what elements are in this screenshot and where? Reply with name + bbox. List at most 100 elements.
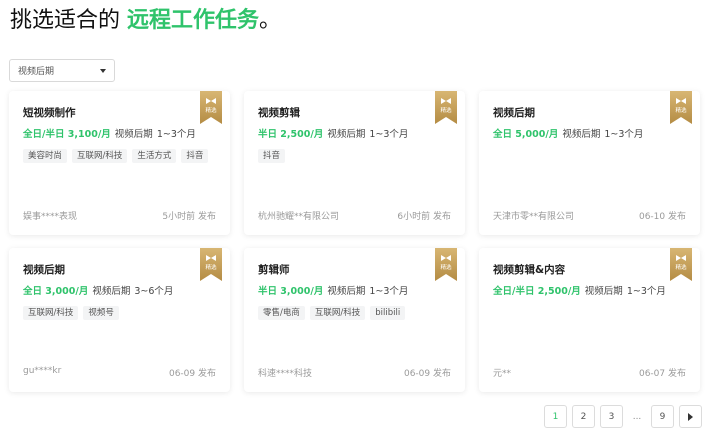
job-card-body: 精选 短视频制作 全日/半日 3,100/月 视频后期 1~3个月 美容时尚 互联网/科技生…: [23, 91, 222, 222]
pagination: 1 2 3 ... 9: [544, 405, 702, 428]
job-title: 视频剪辑&内容: [493, 264, 566, 276]
job-card[interactable]: 精选 短视频制作 全日/半日 3,100/月 视频后期 1~3个月 美容时尚 互联网/科技生…: [9, 91, 230, 235]
page-headline: 挑选适合的 远程工作任务。: [10, 6, 281, 36]
job-category: 视频后期: [327, 286, 366, 297]
job-card-body: 精选 剪辑师 半日 3,000/月 视频后期 1~3个月 零售/电商 互联网/科技 bilib…: [258, 248, 457, 379]
job-tags: 零售/电商 互联网/科技 bilibili: [258, 306, 451, 320]
job-tag: 互联网/科技: [72, 149, 128, 163]
page-button-3[interactable]: 3: [600, 405, 623, 428]
featured-ribbon-label: 精选: [205, 263, 217, 271]
job-duration: 3~6个月: [134, 286, 174, 297]
job-tag: 抖音: [258, 149, 286, 163]
job-duration: 1~3个月: [626, 286, 666, 297]
job-card-body: 精选 视频剪辑 半日 2,500/月 视频后期 1~3个月 抖音 杭州驰耀**有限公司 6小时…: [258, 91, 457, 222]
caret-down-icon: [100, 68, 106, 73]
featured-ribbon-label: 精选: [440, 263, 452, 271]
job-card-body: 精选 视频后期 全日 5,000/月 视频后期 1~3个月 天津市零**有限公司 06-10…: [493, 91, 692, 222]
headline-prefix: 挑选适合的: [10, 8, 127, 33]
job-salary: 全日 3,000/月: [23, 286, 89, 297]
job-footer: 科速****科技 06-09 发布: [258, 366, 451, 379]
job-title: 视频后期: [23, 264, 65, 276]
job-card-body: 精选 视频剪辑&内容全日/半日 2,500/月 视频后期 1~3个月元** 06-07 …: [493, 248, 692, 379]
job-posted-time: 06-09 发布: [403, 369, 451, 379]
job-salary: 全日 5,000/月: [493, 129, 559, 140]
job-company: gu****kr: [23, 366, 62, 376]
job-company: 元**: [493, 369, 512, 379]
job-company: 娱事****表现: [23, 212, 78, 222]
job-tags: 互联网/科技 视频号: [23, 306, 216, 320]
job-tags: 抖音: [258, 149, 451, 163]
job-meta: 全日/半日 3,100/月 视频后期 1~3个月: [23, 128, 216, 142]
category-filter-value: 视频后期: [18, 67, 55, 77]
featured-ribbon-icon: 精选: [670, 91, 692, 124]
featured-ribbon-label: 精选: [675, 263, 687, 271]
job-category: 视频后期: [562, 129, 601, 140]
job-meta: 半日 3,000/月 视频后期 1~3个月: [258, 285, 451, 299]
featured-ribbon-icon: 精选: [435, 91, 457, 124]
job-card[interactable]: 精选 视频剪辑 半日 2,500/月 视频后期 1~3个月 抖音 杭州驰耀**有限公司 6小时…: [244, 91, 465, 235]
job-footer: 杭州驰耀**有限公司 6小时前 发布: [258, 209, 451, 222]
headline-accent: 远程工作任务: [127, 8, 260, 33]
page-button-last[interactable]: 9: [651, 405, 674, 428]
headline-suffix: 。: [259, 8, 282, 33]
job-footer: 天津市零**有限公司 06-10 发布: [493, 209, 686, 222]
job-card[interactable]: 精选 视频后期 全日 3,000/月 视频后期 3~6个月 互联网/科技 视频号 gu****…: [9, 248, 230, 392]
job-category: 视频后期: [114, 129, 153, 140]
job-tags: 美容时尚 互联网/科技 生活方式 抖音: [23, 149, 216, 163]
job-tag: 零售/电商: [258, 306, 305, 320]
job-duration: 1~3个月: [604, 129, 644, 140]
job-salary: 全日/半日 2,500/月: [493, 286, 581, 297]
job-posted-time: 06-09 发布: [168, 369, 216, 379]
job-meta: 全日/半日 2,500/月 视频后期 1~3个月: [493, 285, 686, 299]
job-company: 科速****科技: [258, 369, 313, 379]
job-meta: 半日 2,500/月 视频后期 1~3个月: [258, 128, 451, 142]
job-title: 视频后期: [493, 107, 535, 119]
job-tag: 生活方式: [132, 149, 177, 163]
job-tag: 视频号: [83, 306, 119, 320]
job-card[interactable]: 精选 视频剪辑&内容全日/半日 2,500/月 视频后期 1~3个月元** 06-07 …: [479, 248, 700, 392]
page-button-1[interactable]: 1: [544, 405, 567, 428]
featured-ribbon-label: 精选: [205, 106, 217, 114]
featured-ribbon-label: 精选: [440, 106, 452, 114]
chevron-right-icon: [688, 412, 693, 421]
job-card-grid: 精选 短视频制作 全日/半日 3,100/月 视频后期 1~3个月 美容时尚 互联网/科技生…: [9, 91, 701, 392]
job-tag: bilibili: [370, 306, 406, 320]
job-footer: 元** 06-07 发布: [493, 366, 686, 379]
job-company: 天津市零**有限公司: [493, 212, 575, 222]
job-card-body: 精选 视频后期 全日 3,000/月 视频后期 3~6个月 互联网/科技 视频号 gu****…: [23, 248, 222, 379]
job-title: 视频剪辑: [258, 107, 300, 119]
job-salary: 全日/半日 3,100/月: [23, 129, 111, 140]
featured-ribbon-label: 精选: [675, 106, 687, 114]
job-posted-time: 06-10 发布: [638, 212, 686, 222]
job-salary: 半日 2,500/月: [258, 129, 324, 140]
job-tag: 美容时尚: [23, 149, 68, 163]
job-tag: 互联网/科技: [309, 306, 366, 320]
featured-ribbon-icon: 精选: [200, 91, 222, 124]
job-tag: 互联网/科技: [23, 306, 79, 320]
job-category: 视频后期: [327, 129, 366, 140]
job-posted-time: 06-07 发布: [638, 369, 686, 379]
job-footer: gu****kr 06-09 发布: [23, 366, 216, 379]
job-card[interactable]: 精选 视频后期 全日 5,000/月 视频后期 1~3个月 天津市零**有限公司 06-10…: [479, 91, 700, 235]
category-filter-dropdown[interactable]: 视频后期: [9, 59, 115, 82]
job-footer: 娱事****表现 5小时前 发布: [23, 209, 216, 222]
job-title: 剪辑师: [258, 264, 290, 276]
job-salary: 半日 3,000/月: [258, 286, 324, 297]
job-category: 视频后期: [584, 286, 623, 297]
job-card[interactable]: 精选 剪辑师 半日 3,000/月 视频后期 1~3个月 零售/电商 互联网/科技 bilib…: [244, 248, 465, 392]
job-category: 视频后期: [92, 286, 131, 297]
job-tag: 抖音: [181, 149, 209, 163]
featured-ribbon-icon: 精选: [200, 248, 222, 281]
job-duration: 1~3个月: [156, 129, 196, 140]
page-ellipsis: ...: [628, 405, 646, 428]
job-posted-time: 5小时前 发布: [162, 212, 216, 222]
job-meta: 全日 5,000/月 视频后期 1~3个月: [493, 128, 686, 142]
next-page-button[interactable]: [679, 405, 702, 428]
job-duration: 1~3个月: [369, 286, 409, 297]
featured-ribbon-icon: 精选: [670, 248, 692, 281]
featured-ribbon-icon: 精选: [435, 248, 457, 281]
job-duration: 1~3个月: [369, 129, 409, 140]
page-button-2[interactable]: 2: [572, 405, 595, 428]
job-posted-time: 6小时前 发布: [397, 212, 451, 222]
job-company: 杭州驰耀**有限公司: [258, 212, 340, 222]
